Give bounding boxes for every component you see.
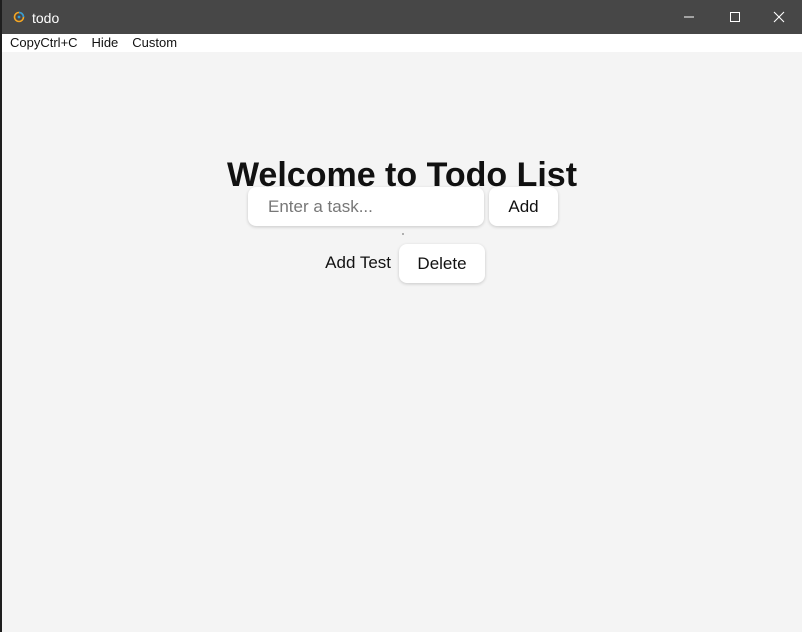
app-logo-icon [13, 11, 25, 23]
add-button[interactable]: Add [489, 187, 558, 226]
menu-item-custom[interactable]: Custom [125, 34, 184, 52]
menu-item-copy[interactable]: CopyCtrl+C [2, 34, 85, 52]
menu-item-hide[interactable]: Hide [85, 34, 126, 52]
close-icon [773, 11, 785, 23]
maximize-icon [730, 12, 740, 22]
app-window: todo CopyCtrl+C Hide Custom Welcome to T… [2, 0, 802, 632]
minimize-button[interactable] [666, 0, 712, 34]
minimize-icon [684, 16, 694, 18]
maximize-button[interactable] [712, 0, 758, 34]
title-bar[interactable]: todo [2, 0, 802, 34]
window-title: todo [32, 10, 60, 26]
menu-bar: CopyCtrl+C Hide Custom [2, 34, 802, 52]
close-button[interactable] [756, 0, 802, 34]
task-input[interactable] [248, 187, 484, 226]
todo-item-text: Add Test [325, 253, 391, 272]
divider-dot [402, 233, 404, 235]
delete-button[interactable]: Delete [399, 244, 485, 283]
